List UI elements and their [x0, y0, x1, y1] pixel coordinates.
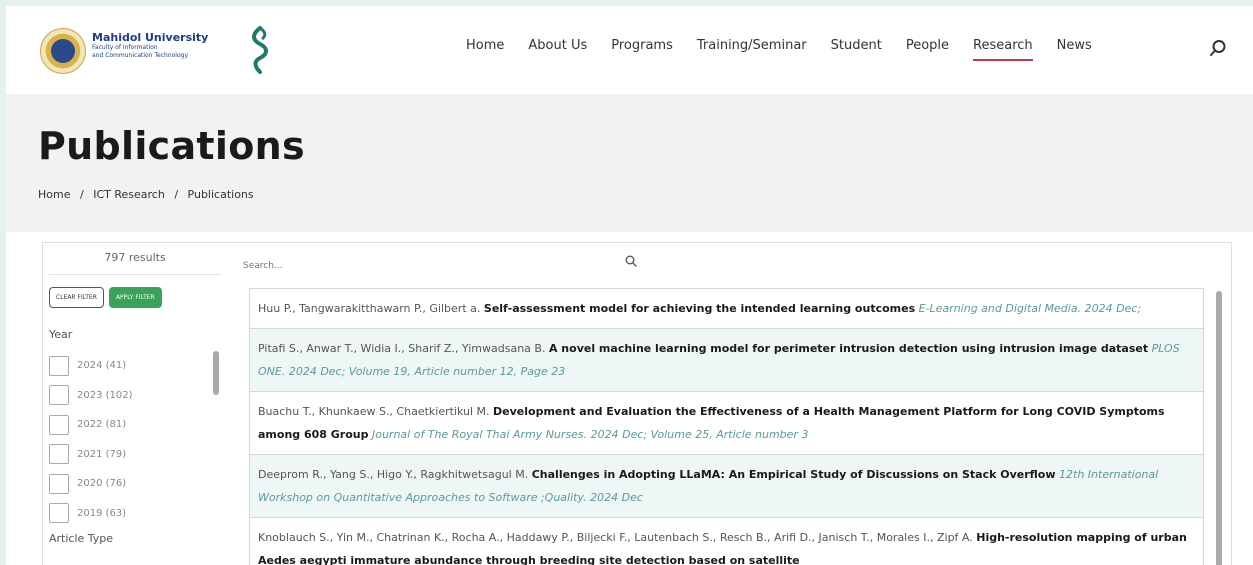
year-list-scrollbar[interactable]	[213, 351, 219, 395]
nav-student[interactable]: Student	[831, 38, 882, 61]
year-option-label: 2019 (63)	[77, 507, 127, 519]
publication-authors: Buachu T., Khunkaew S., Chaetkiertikul M…	[258, 405, 490, 418]
year-filter-label: Year	[49, 328, 73, 341]
year-option-label: 2021 (79)	[77, 448, 127, 460]
year-option: 2022 (81)	[49, 410, 221, 440]
publication-item[interactable]: Knoblauch S., Yin M., Chatrinan K., Roch…	[249, 517, 1204, 565]
logo-title: Mahidol University	[92, 31, 209, 44]
publication-list: Huu P., Tangwarakitthawarn P., Gilbert a…	[249, 288, 1204, 565]
year-filter-list: 2024 (41) 2023 (102) 2022 (81) 2021 (79)…	[49, 351, 221, 528]
year-checkbox[interactable]	[49, 503, 69, 524]
publication-journal: E-Learning and Digital Media. 2024 Dec;	[918, 302, 1142, 315]
main-nav: Home About Us Programs Training/Seminar …	[466, 38, 1116, 61]
publication-item[interactable]: Pitafi S., Anwar T., Widia I., Sharif Z.…	[249, 328, 1204, 392]
page-title-band: Publications Home / ICT Research / Publi…	[6, 94, 1253, 232]
nav-people[interactable]: People	[906, 38, 949, 61]
publication-title[interactable]: A novel machine learning model for perim…	[549, 342, 1148, 355]
breadcrumb-separator: /	[174, 188, 179, 201]
nav-about-us[interactable]: About Us	[528, 38, 587, 61]
publications-panel: 797 results CLEAR FILTER APPLY FILTER Ye…	[42, 242, 1232, 565]
site-header: Mahidol University Faculty of Informatio…	[6, 6, 1253, 94]
year-checkbox[interactable]	[49, 385, 69, 406]
year-checkbox[interactable]	[49, 414, 69, 435]
search-icon[interactable]	[1209, 39, 1227, 57]
publication-authors: Pitafi S., Anwar T., Widia I., Sharif Z.…	[258, 342, 546, 355]
nav-training-seminar[interactable]: Training/Seminar	[697, 38, 807, 61]
year-checkbox[interactable]	[49, 355, 69, 376]
year-option: 2023 (102)	[49, 381, 221, 411]
filter-buttons: CLEAR FILTER APPLY FILTER	[49, 287, 221, 308]
nav-research[interactable]: Research	[973, 38, 1033, 61]
breadcrumb-home[interactable]: Home	[38, 188, 70, 201]
breadcrumb-separator: /	[79, 188, 84, 201]
publication-authors: Deeprom R., Yang S., Higo Y., Ragkhitwet…	[258, 468, 529, 481]
publication-journal: Journal of The Royal Thai Army Nurses. 2…	[371, 428, 809, 441]
publication-title[interactable]: Self-assessment model for achieving the …	[484, 302, 915, 315]
search-icon[interactable]	[625, 255, 637, 267]
nav-news[interactable]: News	[1057, 38, 1092, 61]
faculty-mark-icon	[252, 26, 268, 74]
publication-title[interactable]: Challenges in Adopting LLaMA: An Empiric…	[532, 468, 1056, 481]
publication-item[interactable]: Deeprom R., Yang S., Higo Y., Ragkhitwet…	[249, 454, 1204, 518]
breadcrumb: Home / ICT Research / Publications	[38, 188, 260, 201]
nav-home[interactable]: Home	[466, 38, 504, 61]
apply-filter-button[interactable]: APPLY FILTER	[108, 287, 162, 308]
year-option: 2024 (41)	[49, 351, 221, 381]
results-count: 797 results	[49, 251, 221, 275]
year-option-label: 2023 (102)	[77, 389, 133, 401]
publication-authors: Knoblauch S., Yin M., Chatrinan K., Roch…	[258, 531, 973, 544]
page-title: Publications	[38, 124, 305, 168]
university-seal-logo[interactable]	[40, 28, 86, 74]
clear-filter-button[interactable]: CLEAR FILTER	[49, 287, 104, 308]
year-option-label: 2022 (81)	[77, 419, 127, 431]
publication-item[interactable]: Buachu T., Khunkaew S., Chaetkiertikul M…	[249, 391, 1204, 455]
year-option: 2019 (63)	[49, 499, 221, 529]
year-checkbox[interactable]	[49, 473, 69, 494]
year-option-label: 2020 (76)	[77, 478, 127, 490]
breadcrumb-publications: Publications	[187, 188, 254, 201]
logo-subtitle-2: and Communication Technology	[92, 52, 189, 59]
article-type-filter-label: Article Type	[49, 532, 114, 545]
year-option: 2020 (76)	[49, 469, 221, 499]
filter-sidebar: 797 results CLEAR FILTER APPLY FILTER Ye…	[49, 251, 221, 565]
search-input[interactable]	[241, 260, 605, 272]
nav-programs[interactable]: Programs	[611, 38, 673, 61]
logo-subtitle-1: Faculty of Information	[92, 44, 158, 51]
publication-search	[241, 253, 641, 275]
publication-list-scrollbar[interactable]	[1216, 291, 1222, 565]
university-logo-text[interactable]: Mahidol University Faculty of Informatio…	[92, 31, 252, 60]
page-frame: Mahidol University Faculty of Informatio…	[6, 6, 1253, 565]
year-checkbox[interactable]	[49, 444, 69, 465]
publication-authors: Huu P., Tangwarakitthawarn P., Gilbert a…	[258, 302, 481, 315]
publication-item[interactable]: Huu P., Tangwarakitthawarn P., Gilbert a…	[249, 288, 1204, 329]
breadcrumb-ict-research[interactable]: ICT Research	[93, 188, 165, 201]
year-option-label: 2024 (41)	[77, 360, 127, 372]
year-option: 2021 (79)	[49, 440, 221, 470]
